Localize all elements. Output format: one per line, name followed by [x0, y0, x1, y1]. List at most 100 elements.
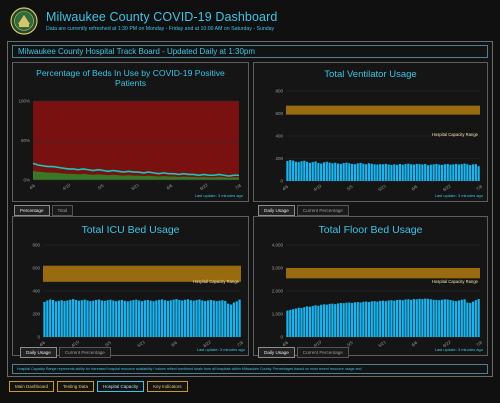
x-tick-label: 6/6	[411, 340, 419, 348]
bar	[449, 164, 452, 181]
tab-percentage[interactable]: Percentage	[14, 205, 50, 216]
bar	[356, 163, 359, 181]
bar	[384, 163, 387, 181]
x-tick-label: 6/6	[170, 340, 178, 348]
icu-chart: 02004006008004/6 4/19 5/5 5/21 6/6 6/22 7/8Hos…	[32, 243, 245, 353]
bar	[57, 300, 60, 337]
tab-current-percentage-icu[interactable]: Current Percentage	[58, 347, 111, 358]
x-tick-label: 4/6	[281, 184, 289, 192]
bar	[373, 164, 376, 181]
bar	[435, 163, 438, 181]
ventilator-chart: 0 200 400 600 800 4/6 4/19 5/5 5/21 6/6 6/22 7/8 Hos…	[275, 89, 483, 199]
y-tick-label: 3,000	[272, 266, 284, 271]
bar	[463, 163, 466, 181]
bar	[438, 164, 441, 181]
bar	[129, 300, 132, 337]
tab-daily-usage-vent[interactable]: Daily Usage	[258, 205, 295, 216]
bar	[308, 306, 312, 337]
bar	[54, 301, 58, 337]
x-tick-label: 5/5	[97, 183, 105, 191]
capacity-footnote: Hospital Capacity Range represents abili…	[12, 364, 488, 374]
bar	[172, 299, 175, 337]
capacity-range-band	[286, 268, 480, 279]
bar	[367, 163, 371, 181]
bar	[365, 301, 368, 337]
bar	[395, 164, 399, 181]
bar	[407, 163, 410, 181]
bar	[175, 299, 178, 337]
bar	[365, 164, 368, 181]
bar	[351, 163, 354, 181]
bar	[398, 164, 401, 181]
bar	[477, 299, 480, 337]
x-tick-label: 5/21	[130, 182, 140, 191]
bar	[342, 163, 345, 181]
bar	[469, 302, 472, 337]
bar	[204, 301, 207, 337]
bar	[367, 302, 371, 337]
nav-main-dashboard[interactable]: Main Dashboard	[9, 381, 55, 392]
x-tick-label: 5/21	[377, 339, 387, 348]
bar	[314, 161, 317, 181]
tab-current-percentage-vent[interactable]: Current Percentage	[296, 205, 349, 216]
nav-key-indicators[interactable]: Key Indicators	[147, 381, 188, 392]
bar	[92, 300, 95, 337]
bar	[297, 307, 300, 337]
bar	[72, 299, 75, 337]
bar	[336, 303, 340, 337]
bar	[353, 164, 357, 181]
bar	[452, 300, 455, 337]
bar	[66, 300, 69, 337]
bar	[373, 301, 376, 337]
bar	[393, 164, 396, 181]
bar	[308, 162, 312, 181]
bar	[303, 160, 306, 181]
x-tick-label: 5/21	[377, 183, 387, 192]
bar	[336, 163, 340, 181]
bar	[376, 164, 379, 181]
bar	[303, 307, 306, 337]
ventilator-panel: Total Ventilator Usage 0 200 400 600 800 4/6 4…	[253, 62, 488, 202]
bar	[311, 305, 314, 337]
header: Milwaukee County COVID-19 Dashboard Data…	[4, 4, 496, 38]
bar	[232, 302, 235, 337]
bar	[83, 299, 86, 337]
tab-daily-usage-icu[interactable]: Daily Usage	[20, 347, 57, 358]
bar	[152, 301, 155, 337]
nav-hospital-capacity[interactable]: Hospital Capacity	[97, 381, 145, 392]
bar	[455, 301, 458, 337]
bar	[317, 163, 320, 181]
bar	[112, 300, 115, 337]
bar	[376, 301, 379, 337]
y-tick-label: 0	[280, 335, 283, 340]
beds-percentage-panel: Percentage of Beds In Use by COVID-19 Po…	[12, 62, 249, 202]
bar	[334, 162, 337, 181]
bar	[334, 304, 337, 337]
bar	[192, 300, 195, 337]
bar	[348, 302, 351, 337]
bar	[300, 308, 303, 337]
bar	[166, 300, 169, 337]
bar	[421, 164, 424, 181]
bar	[100, 300, 103, 337]
tab-total[interactable]: Total	[51, 205, 74, 216]
capacity-range-label: Hospital Capacity Range	[432, 279, 479, 284]
bar	[379, 164, 382, 181]
bar	[291, 309, 295, 337]
nav-testing-data[interactable]: Testing Data	[57, 381, 95, 392]
bar	[404, 164, 407, 181]
bar	[443, 164, 446, 181]
y-tick-label: 0%	[23, 178, 30, 183]
bar	[339, 163, 342, 181]
y-tick-label: 400	[32, 289, 40, 294]
bar	[435, 299, 438, 337]
tab-daily-usage-floor[interactable]: Daily Usage	[258, 347, 295, 358]
tab-current-percentage-floor[interactable]: Current Percentage	[296, 347, 349, 358]
bar	[43, 301, 46, 337]
bar	[331, 163, 334, 181]
x-tick-label: 5/5	[346, 184, 354, 192]
bar	[117, 300, 121, 337]
dashboard-root: Milwaukee County COVID-19 Dashboard Data…	[0, 0, 500, 403]
bar	[381, 164, 385, 181]
bar	[362, 301, 365, 337]
